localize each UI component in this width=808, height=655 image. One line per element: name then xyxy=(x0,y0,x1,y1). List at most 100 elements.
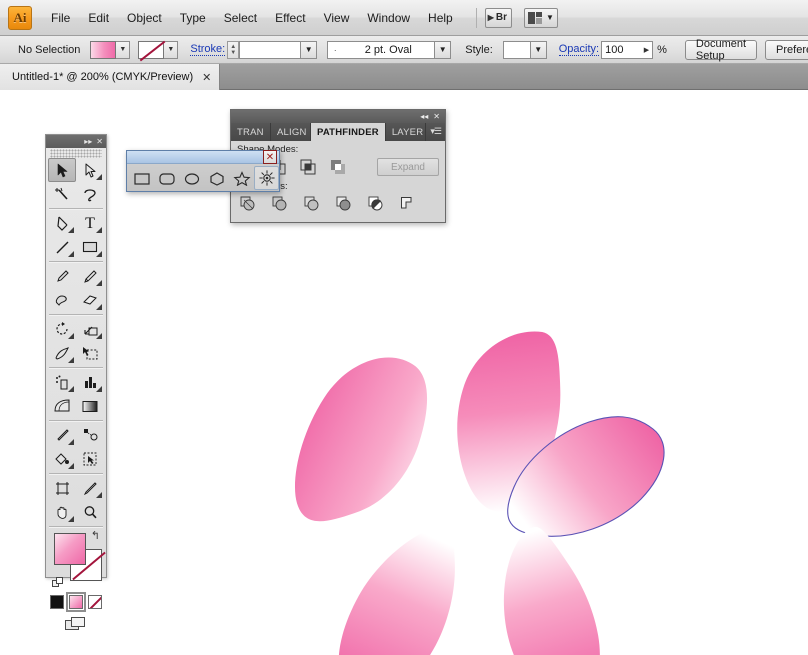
width-tool[interactable] xyxy=(48,341,76,365)
arrange-documents-button[interactable]: ▼ xyxy=(524,7,558,28)
menu-item-view[interactable]: View xyxy=(315,7,359,29)
intersect-button[interactable] xyxy=(297,157,319,177)
opacity-label[interactable]: Opacity: xyxy=(558,43,600,56)
selection-tool[interactable] xyxy=(48,158,76,182)
scale-tool[interactable] xyxy=(76,317,104,341)
style-group[interactable]: Style: ▼ xyxy=(465,40,547,59)
stroke-weight-field[interactable] xyxy=(239,40,302,59)
style-field[interactable] xyxy=(502,40,531,59)
document-setup-button[interactable]: Document Setup xyxy=(684,38,758,62)
crop-button[interactable] xyxy=(333,194,355,214)
opacity-field[interactable]: 100 ▶ xyxy=(601,40,654,59)
close-icon[interactable]: ✕ xyxy=(202,71,211,84)
pencil-tool[interactable] xyxy=(76,264,104,288)
polygon-tool[interactable] xyxy=(204,166,229,190)
menu-item-type[interactable]: Type xyxy=(171,7,215,29)
color-mode-button[interactable] xyxy=(50,595,64,609)
rounded-rectangle-tool[interactable] xyxy=(155,166,180,190)
preferences-button[interactable]: Preferences xyxy=(765,39,808,60)
tab-transform[interactable]: TRAN xyxy=(231,123,271,141)
column-graph-tool[interactable] xyxy=(76,370,104,394)
menu-item-select[interactable]: Select xyxy=(215,7,266,29)
free-transform-tool[interactable] xyxy=(76,341,104,365)
type-tool[interactable]: T xyxy=(76,211,104,235)
rectangle-tool[interactable] xyxy=(76,235,104,259)
menu-item-edit[interactable]: Edit xyxy=(79,7,118,29)
close-icon[interactable]: ✕ xyxy=(263,150,277,164)
fill-swatch-dropdown[interactable]: ▼ xyxy=(116,40,131,59)
paintbrush-tool[interactable] xyxy=(48,264,76,288)
lasso-tool[interactable] xyxy=(76,182,104,206)
style-dropdown[interactable]: ▼ xyxy=(530,40,547,59)
swap-fill-stroke-icon[interactable]: ↰ xyxy=(91,529,100,542)
stroke-swatch-dropdown[interactable]: ▼ xyxy=(164,40,179,59)
blend-tool[interactable] xyxy=(76,423,104,447)
eyedropper-tool[interactable] xyxy=(48,423,76,447)
stroke-swatch-group[interactable]: ▼ xyxy=(138,40,179,59)
go-to-bridge-button[interactable]: ▶ Br xyxy=(484,7,513,28)
opacity-group[interactable]: Opacity: 100 ▶ % xyxy=(558,40,677,59)
stroke-weight-stepper[interactable]: ▲ ▼ xyxy=(227,40,240,59)
change-screen-mode-icon[interactable] xyxy=(65,617,87,631)
tab-align[interactable]: ALIGN xyxy=(271,123,311,141)
merge-button[interactable] xyxy=(301,194,323,214)
live-paint-bucket-tool[interactable] xyxy=(48,447,76,471)
pen-tool[interactable] xyxy=(48,211,76,235)
shape-tools-flyout[interactable]: ✕ xyxy=(126,150,280,192)
menu-item-help[interactable]: Help xyxy=(419,7,462,29)
outline-button[interactable] xyxy=(365,194,387,214)
slice-tool[interactable] xyxy=(76,476,104,500)
exclude-button[interactable] xyxy=(327,157,349,177)
gradient-tool[interactable] xyxy=(76,394,104,418)
zoom-tool[interactable] xyxy=(76,500,104,524)
divide-button[interactable] xyxy=(237,194,259,214)
stroke-weight-group[interactable]: ▲ ▼ ▼ xyxy=(227,40,318,59)
close-icon[interactable]: ✕ xyxy=(96,137,103,146)
document-tab[interactable]: Untitled-1* @ 200% (CMYK/Preview) ✕ xyxy=(0,64,221,90)
ellipse-tool[interactable] xyxy=(180,166,205,190)
stroke-weight-dropdown[interactable]: ▼ xyxy=(301,40,318,59)
panel-menu-icon[interactable]: ▾☰ xyxy=(430,126,442,137)
default-fill-stroke-icon[interactable] xyxy=(52,577,64,589)
mesh-tool[interactable] xyxy=(48,394,76,418)
line-segment-tool[interactable] xyxy=(48,235,76,259)
minus-back-button[interactable] xyxy=(397,194,419,214)
menu-item-effect[interactable]: Effect xyxy=(266,7,314,29)
artboard-tool[interactable] xyxy=(48,476,76,500)
symbol-sprayer-tool[interactable] xyxy=(48,370,76,394)
fill-swatch[interactable] xyxy=(54,533,86,565)
petal-lower-right[interactable] xyxy=(498,525,606,655)
brush-profile-group[interactable]: · 2 pt. Oval ▼ xyxy=(327,40,452,59)
blob-brush-tool[interactable] xyxy=(48,288,76,312)
brush-profile-field[interactable]: · 2 pt. Oval xyxy=(327,40,436,59)
stroke-color-swatch[interactable] xyxy=(138,40,165,59)
tools-panel[interactable]: ▸▸ ✕ T ↰ xyxy=(45,134,107,630)
fill-color-swatch[interactable] xyxy=(90,40,117,59)
direct-selection-tool[interactable] xyxy=(76,158,104,182)
close-icon[interactable]: ✕ xyxy=(433,112,440,121)
star-tool[interactable] xyxy=(229,166,254,190)
menu-item-file[interactable]: File xyxy=(42,7,79,29)
flare-tool[interactable] xyxy=(254,166,279,190)
hand-tool[interactable] xyxy=(48,500,76,524)
gradient-mode-button[interactable] xyxy=(66,592,86,612)
collapse-icon[interactable]: ◂◂ xyxy=(420,112,428,121)
shape-tools-flyout-titlebar[interactable]: ✕ xyxy=(127,150,279,164)
tools-panel-grip[interactable] xyxy=(50,149,102,158)
expand-button[interactable]: Expand xyxy=(377,158,439,176)
magic-wand-tool[interactable] xyxy=(48,182,76,206)
fill-swatch-group[interactable]: ▼ xyxy=(90,40,131,59)
petal-lower-left[interactable] xyxy=(330,524,465,655)
rotate-tool[interactable] xyxy=(48,317,76,341)
collapse-icon[interactable]: ▸▸ xyxy=(84,137,92,146)
opacity-slider-caret-icon[interactable]: ▶ xyxy=(644,46,649,54)
none-mode-button[interactable] xyxy=(88,595,102,609)
trim-button[interactable] xyxy=(269,194,291,214)
petal-upper-left[interactable] xyxy=(282,354,439,524)
eraser-tool[interactable] xyxy=(76,288,104,312)
color-controls[interactable]: ↰ xyxy=(52,529,102,589)
tab-layers[interactable]: LAYER xyxy=(386,123,426,141)
menu-item-object[interactable]: Object xyxy=(118,7,171,29)
tab-pathfinder[interactable]: PATHFINDER xyxy=(311,123,386,141)
stroke-weight-label[interactable]: Stroke: xyxy=(190,43,226,56)
